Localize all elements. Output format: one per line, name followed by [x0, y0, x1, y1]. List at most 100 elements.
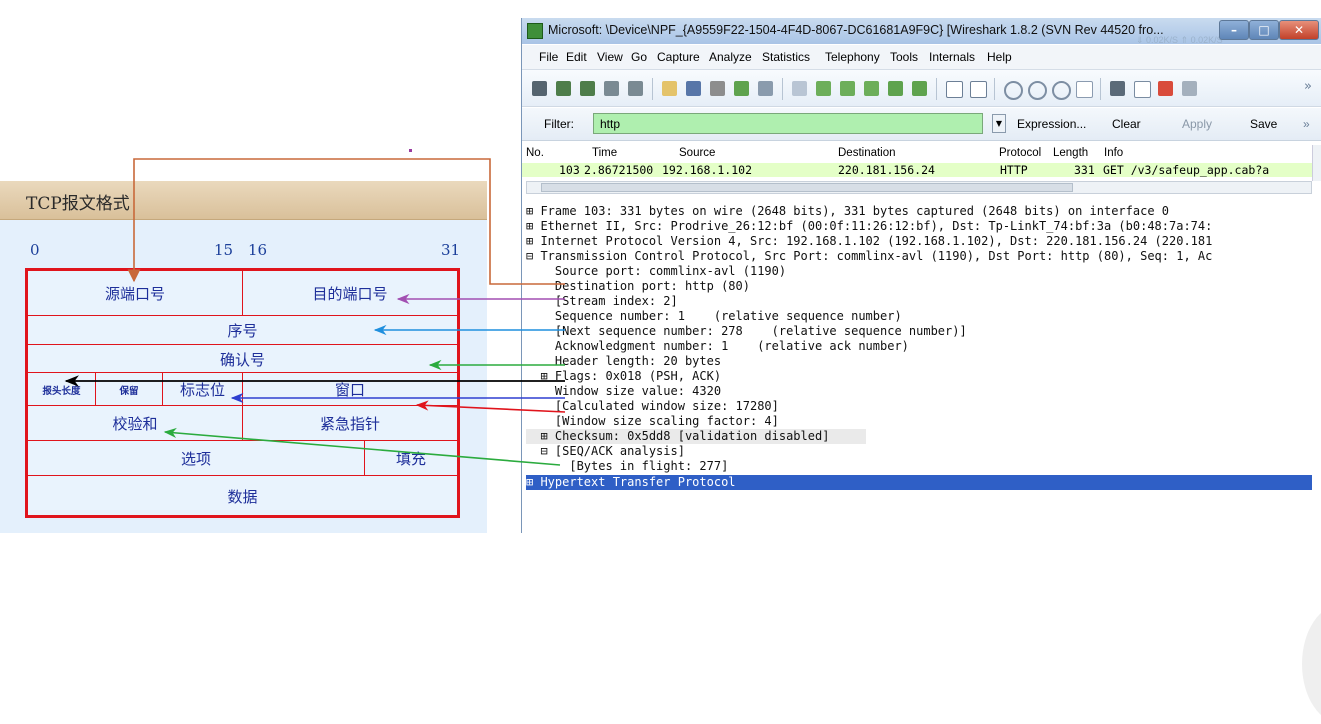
- row-flags: 报头长度 保留 标志位 窗口: [28, 372, 457, 406]
- preferences-icon[interactable]: [1182, 81, 1197, 96]
- zoom-in-icon[interactable]: [1004, 81, 1023, 100]
- filter-input[interactable]: http: [593, 113, 983, 134]
- detail-ip[interactable]: ⊞ Internet Protocol Version 4, Src: 192.…: [526, 234, 1212, 249]
- filter-bar: Filter: http ▼ Expression... Clear Apply…: [522, 108, 1321, 141]
- save-filter-button[interactable]: Save: [1250, 117, 1277, 131]
- display-filters-icon[interactable]: [1134, 81, 1151, 98]
- title-bar: Microsoft: \Device\NPF_{A9559F22-1504-4F…: [522, 18, 1321, 45]
- col-source[interactable]: Source: [679, 147, 715, 159]
- filter-label: Filter:: [544, 117, 574, 131]
- stop-capture-icon[interactable]: [604, 81, 619, 96]
- detail-src-port[interactable]: Source port: commlinx-avl (1190): [526, 264, 786, 279]
- go-forward-icon[interactable]: [840, 81, 855, 96]
- go-to-packet-icon[interactable]: [864, 81, 879, 96]
- print-icon[interactable]: [758, 81, 773, 96]
- detail-ack[interactable]: Acknowledgment number: 1 (relative ack n…: [526, 339, 909, 354]
- detail-tcp[interactable]: ⊟ Transmission Control Protocol, Src Por…: [526, 249, 1212, 264]
- packet-list-hscroll[interactable]: [526, 181, 1312, 194]
- field-options: 选项: [180, 450, 211, 468]
- menu-view[interactable]: View: [597, 50, 623, 64]
- capture-options-icon[interactable]: [556, 81, 571, 96]
- restart-capture-icon[interactable]: [628, 81, 643, 96]
- reload-icon[interactable]: [734, 81, 749, 96]
- detail-stream-index[interactable]: [Stream index: 2]: [526, 294, 678, 309]
- detail-ethernet[interactable]: ⊞ Ethernet II, Src: Prodrive_26:12:bf (0…: [526, 219, 1212, 234]
- expression-button[interactable]: Expression...: [1017, 117, 1086, 131]
- menu-edit[interactable]: Edit: [566, 50, 587, 64]
- minimize-button[interactable]: –: [1219, 20, 1249, 40]
- start-capture-icon[interactable]: [580, 81, 595, 96]
- window-title: Microsoft: \Device\NPF_{A9559F22-1504-4F…: [548, 23, 1164, 37]
- hscroll-thumb[interactable]: [541, 183, 1073, 192]
- clear-button[interactable]: Clear: [1112, 117, 1141, 131]
- col-destination[interactable]: Destination: [838, 147, 896, 159]
- detail-dst-port[interactable]: Destination port: http (80): [526, 279, 750, 294]
- menu-tools[interactable]: Tools: [890, 50, 918, 64]
- menu-internals[interactable]: Internals: [929, 50, 975, 64]
- close-file-icon[interactable]: [710, 81, 725, 96]
- capture-filters-icon[interactable]: [1110, 81, 1125, 96]
- toolbar-overflow-icon[interactable]: »: [1304, 79, 1312, 94]
- menu-file[interactable]: File: [539, 50, 558, 64]
- detail-checksum[interactable]: ⊞ Checksum: 0x5dd8 [validation disabled]: [526, 429, 866, 444]
- detail-window-scaling[interactable]: [Window size scaling factor: 4]: [526, 414, 779, 429]
- toolbar-separator: [1100, 78, 1101, 100]
- find-packet-icon[interactable]: [792, 81, 807, 96]
- packet-no: 103: [559, 163, 580, 177]
- colorize-icon[interactable]: [946, 81, 963, 98]
- tcp-title: TCP报文格式: [26, 194, 130, 214]
- detail-frame[interactable]: ⊞ Frame 103: 331 bytes on wire (2648 bit…: [526, 204, 1169, 219]
- packet-time: 2.86721500: [584, 163, 654, 177]
- interfaces-icon[interactable]: [532, 81, 547, 96]
- packet-row[interactable]: 103 2.86721500 192.168.1.102 220.181.156…: [522, 163, 1314, 177]
- detail-calc-window[interactable]: [Calculated window size: 17280]: [526, 399, 779, 414]
- filter-dropdown-icon[interactable]: ▼: [992, 114, 1006, 133]
- resize-columns-icon[interactable]: [1076, 81, 1093, 98]
- apply-button[interactable]: Apply: [1182, 117, 1212, 131]
- auto-scroll-icon[interactable]: [970, 81, 987, 98]
- menu-telephony[interactable]: Telephony: [825, 50, 880, 64]
- menu-statistics[interactable]: Statistics: [762, 50, 810, 64]
- packet-length: 331: [1074, 163, 1095, 177]
- detail-seq[interactable]: Sequence number: 1 (relative sequence nu…: [526, 309, 902, 324]
- row-checksum: 校验和 紧急指针: [28, 405, 457, 441]
- coloring-rules-icon[interactable]: [1158, 81, 1173, 96]
- open-file-icon[interactable]: [662, 81, 677, 96]
- menu-analyze[interactable]: Analyze: [709, 50, 752, 64]
- detail-window-size[interactable]: Window size value: 4320: [526, 384, 721, 399]
- field-padding: 填充: [364, 441, 457, 476]
- packet-source: 192.168.1.102: [662, 163, 753, 177]
- field-flags: 标志位: [162, 373, 242, 406]
- detail-next-seq[interactable]: [Next sequence number: 278 (relative seq…: [526, 324, 967, 339]
- col-length[interactable]: Length: [1053, 147, 1088, 159]
- col-time[interactable]: Time: [592, 147, 617, 159]
- field-checksum: 校验和: [112, 415, 158, 433]
- detail-http[interactable]: ⊞ Hypertext Transfer Protocol: [526, 475, 1312, 490]
- toolbar-separator: [994, 78, 995, 100]
- detail-header-length[interactable]: Header length: 20 bytes: [526, 354, 721, 369]
- save-file-icon[interactable]: [686, 81, 701, 96]
- detail-bytes-in-flight[interactable]: [Bytes in flight: 277]: [526, 459, 728, 474]
- menu-help[interactable]: Help: [987, 50, 1012, 64]
- packet-info: GET /v3/safeup_app.cab?a: [1103, 163, 1270, 177]
- zoom-normal-icon[interactable]: [1052, 81, 1071, 100]
- close-button[interactable]: ✕: [1279, 20, 1319, 40]
- packet-details-pane: ⊞ Frame 103: 331 bytes on wire (2648 bit…: [522, 204, 1321, 724]
- menu-capture[interactable]: Capture: [657, 50, 700, 64]
- filterbar-overflow-icon[interactable]: »: [1303, 117, 1310, 131]
- menu-go[interactable]: Go: [631, 50, 647, 64]
- detail-flags[interactable]: ⊞ Flags: 0x018 (PSH, ACK): [526, 369, 721, 384]
- go-back-icon[interactable]: [816, 81, 831, 96]
- wireshark-app-icon: [527, 23, 543, 39]
- detail-seq-ack-analysis[interactable]: ⊟ [SEQ/ACK analysis]: [526, 444, 685, 459]
- col-info[interactable]: Info: [1104, 147, 1123, 159]
- main-toolbar: »: [522, 70, 1321, 107]
- packet-list-vscroll[interactable]: [1312, 145, 1321, 181]
- col-no[interactable]: No.: [526, 147, 544, 159]
- go-first-icon[interactable]: [888, 81, 903, 96]
- col-protocol[interactable]: Protocol: [999, 147, 1041, 159]
- maximize-button[interactable]: □: [1249, 20, 1279, 40]
- go-last-icon[interactable]: [912, 81, 927, 96]
- tcp-title-bar: TCP报文格式: [0, 181, 487, 220]
- zoom-out-icon[interactable]: [1028, 81, 1047, 100]
